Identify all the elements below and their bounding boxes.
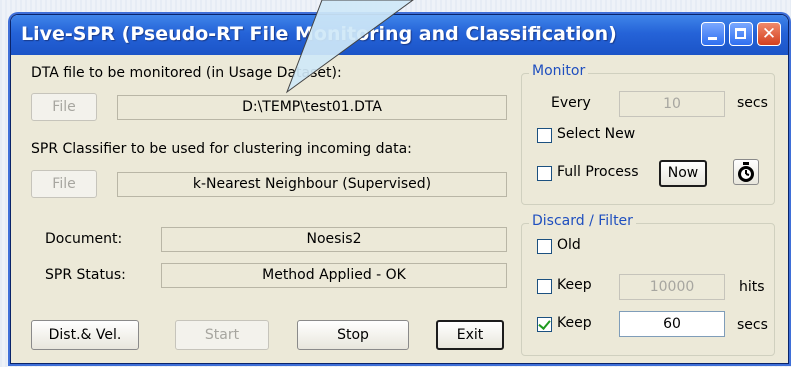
keep-secs-label: Keep xyxy=(557,315,592,331)
every-interval-input[interactable]: 10 xyxy=(619,91,725,117)
full-process-label: Full Process xyxy=(557,164,639,180)
classifier-name-field: k-Nearest Neighbour (Supervised) xyxy=(117,172,507,197)
document-label: Document: xyxy=(45,231,123,247)
maximize-button[interactable] xyxy=(729,22,753,46)
minimize-button[interactable] xyxy=(701,22,725,46)
keep-hits-label: Keep xyxy=(557,277,592,293)
document-field: Noesis2 xyxy=(161,227,507,252)
keep-hits-unit: hits xyxy=(739,279,765,295)
dist-vel-button[interactable]: Dist.& Vel. xyxy=(31,320,139,350)
keep-secs-unit: secs xyxy=(737,317,768,333)
close-button[interactable]: ✕ xyxy=(757,22,781,46)
classifier-label: SPR Classifier to be used for clustering… xyxy=(31,141,412,157)
monitor-group-title: Monitor xyxy=(529,63,589,79)
keep-hits-checkbox[interactable] xyxy=(537,279,552,294)
timer-button[interactable] xyxy=(733,159,759,185)
select-new-checkbox[interactable] xyxy=(537,128,552,143)
select-new-label: Select New xyxy=(557,126,636,142)
spr-status-field: Method Applied - OK xyxy=(161,263,507,288)
callout-pointer xyxy=(285,0,414,94)
discard-old-checkbox[interactable] xyxy=(537,239,552,254)
full-process-checkbox[interactable] xyxy=(537,166,552,181)
spr-status-label: SPR Status: xyxy=(45,267,126,283)
now-button[interactable]: Now xyxy=(659,160,707,187)
dta-file-button[interactable]: File xyxy=(31,93,97,121)
stopwatch-icon xyxy=(738,162,754,182)
discard-old-label: Old xyxy=(557,237,581,253)
classifier-file-button[interactable]: File xyxy=(31,170,97,198)
minimize-icon xyxy=(702,23,724,45)
keep-secs-checkbox[interactable] xyxy=(537,317,552,332)
every-unit-label: secs xyxy=(737,95,768,111)
close-icon: ✕ xyxy=(761,24,777,44)
exit-button[interactable]: Exit xyxy=(436,320,504,350)
dta-path-field: D:\TEMP\test01.DTA xyxy=(117,95,507,120)
every-label: Every xyxy=(551,95,591,111)
stop-button[interactable]: Stop xyxy=(297,320,409,350)
discard-filter-title: Discard / Filter xyxy=(529,213,636,229)
maximize-icon xyxy=(730,23,752,45)
keep-hits-input[interactable]: 10000 xyxy=(619,274,725,300)
start-button[interactable]: Start xyxy=(175,320,269,350)
keep-secs-input[interactable]: 60 xyxy=(619,311,725,337)
